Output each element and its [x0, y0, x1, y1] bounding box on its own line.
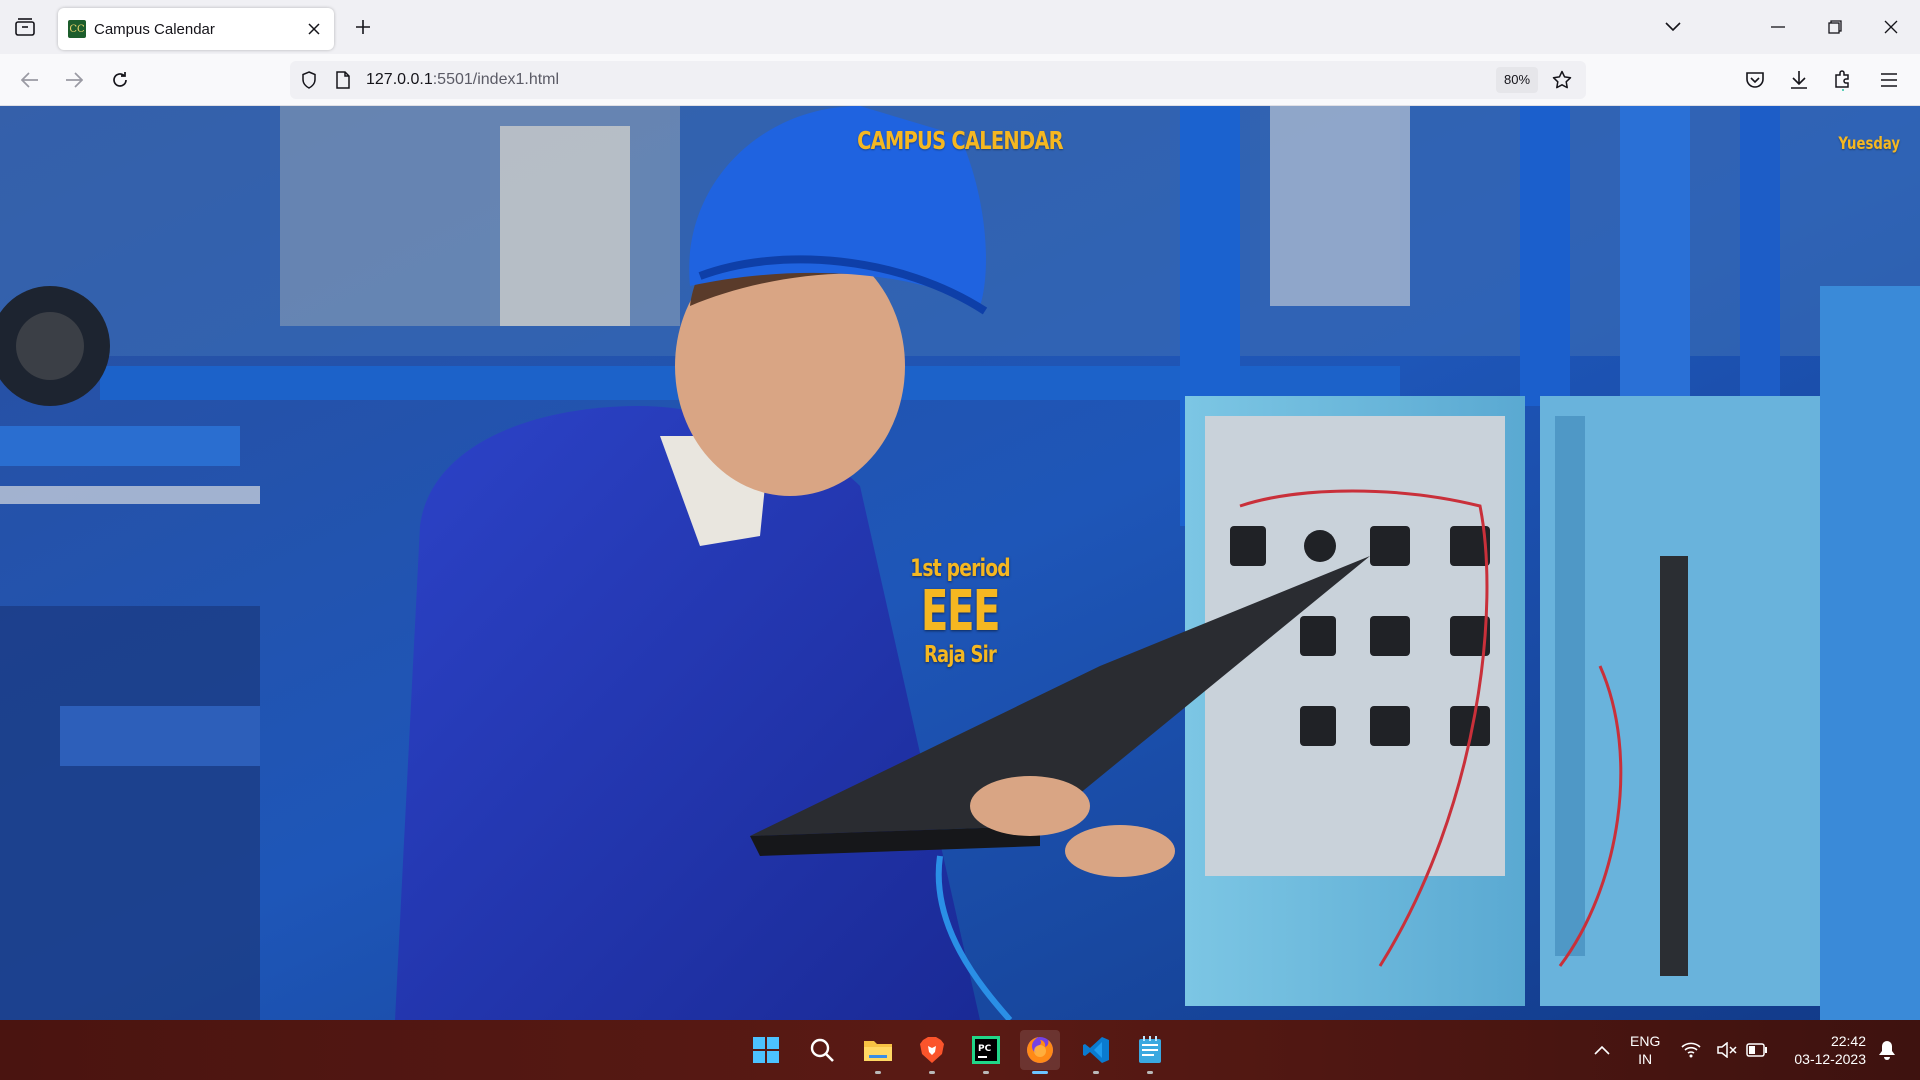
url-path: :5501/index1.html — [432, 71, 560, 88]
current-period-card: 1st period EEE Raja Sir — [860, 554, 1060, 668]
tracking-protection-icon[interactable] — [298, 69, 320, 91]
battery-icon[interactable] — [1742, 1030, 1772, 1070]
clock[interactable]: 22:42 03-12-2023 — [1778, 1032, 1866, 1068]
date-text: 03-12-2023 — [1794, 1051, 1866, 1067]
pycharm-icon[interactable]: PC — [966, 1030, 1006, 1074]
vscode-icon[interactable] — [1076, 1030, 1116, 1074]
language-code: ENG — [1630, 1033, 1661, 1049]
tab-title: Campus Calendar — [94, 20, 215, 38]
page-title: CAMPUS CALENDAR — [857, 126, 1064, 155]
active-tab[interactable]: CC Campus Calendar — [58, 8, 334, 50]
list-all-tabs-icon[interactable] — [1658, 12, 1688, 42]
notepad-icon[interactable] — [1130, 1030, 1170, 1074]
url-text[interactable]: 127.0.0.1:5501/index1.html — [366, 71, 559, 89]
time-text: 22:42 — [1830, 1033, 1866, 1049]
restore-icon[interactable] — [1820, 12, 1850, 42]
period-label: 1st period — [910, 554, 1011, 582]
teacher-label: Raja Sir — [923, 642, 997, 668]
address-bar[interactable]: 127.0.0.1:5501/index1.html 80% — [290, 61, 1586, 99]
back-icon[interactable] — [14, 64, 46, 96]
new-tab-icon[interactable] — [350, 14, 376, 40]
show-hidden-icons-icon[interactable] — [1582, 1030, 1622, 1070]
forward-icon[interactable] — [58, 64, 90, 96]
subject-label: EEE — [920, 579, 1001, 644]
favicon-icon: CC — [68, 20, 86, 38]
bookmark-star-icon[interactable] — [1550, 68, 1574, 92]
wifi-icon[interactable] — [1676, 1030, 1706, 1070]
taskbar: PC ENG IN 22:42 03-12-2023 — [0, 1020, 1920, 1080]
zoom-level-button[interactable]: 80% — [1496, 67, 1539, 93]
search-icon[interactable] — [802, 1030, 842, 1070]
app-menu-icon[interactable] — [1874, 65, 1904, 95]
tab-list-icon[interactable] — [12, 15, 38, 39]
svg-text:PC: PC — [978, 1044, 992, 1054]
page-viewport: CAMPUS CALENDAR Yuesday 1st period EEE R… — [0, 106, 1920, 1020]
close-window-icon[interactable] — [1876, 12, 1906, 42]
pocket-icon[interactable] — [1740, 65, 1770, 95]
url-host: 127.0.0.1 — [366, 71, 433, 88]
firefox-icon[interactable] — [1020, 1030, 1060, 1074]
extensions-icon[interactable] — [1828, 65, 1858, 95]
day-label: Yuesday — [1838, 134, 1900, 154]
input-language[interactable]: ENG IN — [1630, 1032, 1660, 1068]
reload-icon[interactable] — [104, 64, 136, 96]
minimize-icon[interactable] — [1763, 12, 1793, 42]
brave-icon[interactable] — [912, 1030, 952, 1074]
page-info-icon[interactable] — [332, 69, 354, 91]
volume-muted-icon[interactable] — [1712, 1030, 1742, 1070]
downloads-icon[interactable] — [1784, 65, 1814, 95]
close-tab-icon[interactable] — [304, 19, 324, 39]
region-code: IN — [1638, 1051, 1653, 1067]
start-icon[interactable] — [746, 1030, 786, 1070]
tab-bar: CC Campus Calendar — [0, 0, 1920, 54]
navigation-bar: 127.0.0.1:5501/index1.html 80% — [0, 54, 1920, 106]
file-explorer-icon[interactable] — [858, 1030, 898, 1074]
notification-bell-icon[interactable] — [1872, 1030, 1902, 1070]
